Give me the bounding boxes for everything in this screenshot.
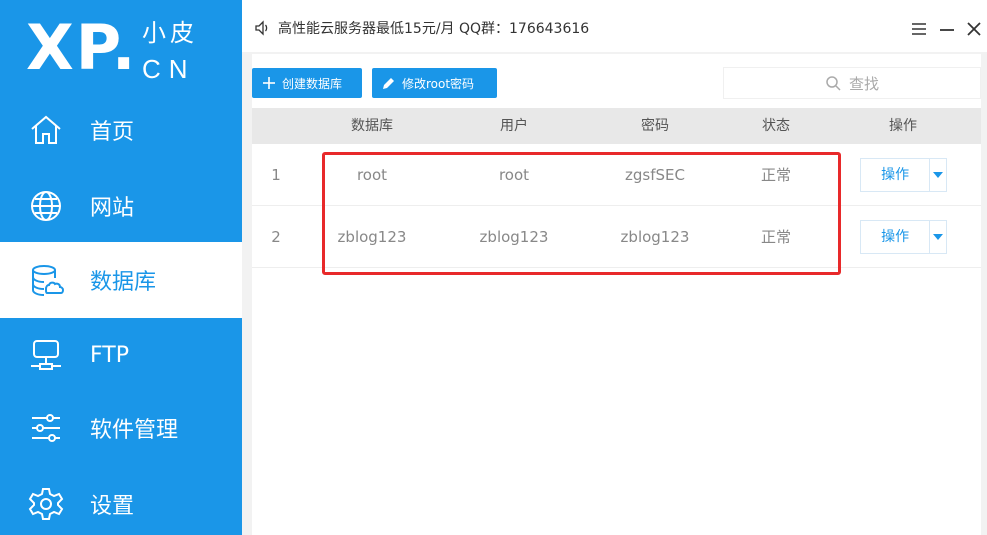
cell-password: zblog123 (620, 228, 690, 246)
column-header-user: 用户 (500, 118, 528, 134)
caret-down-icon[interactable] (929, 221, 946, 253)
table-header: 数据库 用户 密码 状态 操作 (252, 108, 981, 144)
column-header-database: 数据库 (351, 118, 393, 134)
globe-icon (31, 191, 61, 221)
cell-password: zgsfSEC (625, 166, 685, 184)
sidebar: XP. 小皮 CN 首页 网站 数据库 FTP 软件管理 设置 (0, 0, 242, 535)
table-row: 2 zblog123 zblog123 zblog123 正常 操作 (252, 206, 981, 268)
action-dropdown-button[interactable]: 操作 (860, 220, 947, 254)
top-bar: 高性能云服务器最低15元/月 QQ群：176643616 (242, 0, 987, 52)
home-icon (31, 115, 61, 144)
search-placeholder: 查找 (848, 74, 879, 93)
row-index: 2 (271, 228, 281, 246)
plus-icon (263, 77, 275, 89)
logo-text: XP. (26, 11, 138, 84)
sidebar-item-ftp[interactable]: FTP (0, 317, 242, 393)
sidebar-item-label: 数据库 (90, 270, 157, 295)
sidebar-item-label: 网站 (90, 196, 135, 221)
create-database-button[interactable]: 创建数据库 (252, 68, 362, 98)
sidebar-item-website[interactable]: 网站 (0, 168, 242, 244)
change-root-password-label: 修改root密码 (402, 76, 475, 91)
menu-icon[interactable] (910, 20, 928, 38)
pencil-icon (383, 78, 394, 89)
search-input[interactable]: 查找 (723, 67, 981, 99)
main-panel: 高性能云服务器最低15元/月 QQ群：176643616 创建数据库 修改roo… (242, 0, 987, 535)
cell-user: root (498, 166, 530, 184)
app-logo: XP. 小皮 CN (0, 0, 242, 100)
notice-text[interactable]: 高性能云服务器最低15元/月 QQ群：176643616 (278, 20, 589, 38)
content-area: 创建数据库 修改root密码 查找 数据库 用户 密码 状态 操作 1 root… (252, 54, 981, 535)
cell-database: root (356, 166, 388, 184)
action-label[interactable]: 操作 (861, 159, 929, 191)
action-label[interactable]: 操作 (861, 221, 929, 253)
server-icon (31, 340, 61, 370)
sidebar-item-label: 首页 (90, 120, 135, 145)
cell-status: 正常 (760, 228, 791, 246)
sidebar-item-label: 设置 (90, 494, 135, 519)
column-header-action: 操作 (889, 118, 917, 134)
sidebar-item-home[interactable]: 首页 (0, 92, 242, 168)
close-icon[interactable] (965, 20, 983, 38)
logo-sub-text: 小皮 (142, 19, 198, 47)
search-icon (826, 76, 841, 91)
table-row: 1 root root zgsfSEC 正常 操作 (252, 144, 981, 206)
action-dropdown-button[interactable]: 操作 (860, 158, 947, 192)
sidebar-item-label: 软件管理 (90, 418, 179, 443)
speaker-icon (255, 20, 268, 36)
cell-status: 正常 (760, 166, 791, 184)
row-index: 1 (271, 166, 281, 184)
column-header-status: 状态 (762, 118, 790, 134)
sidebar-item-software[interactable]: 软件管理 (0, 390, 242, 466)
sidebar-item-label: FTP (90, 342, 129, 368)
cell-database: zblog123 (337, 228, 407, 246)
sidebar-item-settings[interactable]: 设置 (0, 466, 242, 535)
cell-user: zblog123 (479, 228, 549, 246)
caret-down-icon[interactable] (929, 159, 946, 191)
database-icon (32, 265, 64, 296)
sidebar-item-database[interactable]: 数据库 (0, 242, 242, 318)
minimize-icon[interactable] (938, 20, 956, 38)
change-root-password-button[interactable]: 修改root密码 (372, 68, 497, 98)
column-header-password: 密码 (641, 118, 669, 134)
logo-domain-text: CN (142, 54, 196, 84)
create-database-label: 创建数据库 (282, 76, 343, 91)
gear-icon (28, 488, 64, 520)
sliders-icon (32, 414, 60, 442)
